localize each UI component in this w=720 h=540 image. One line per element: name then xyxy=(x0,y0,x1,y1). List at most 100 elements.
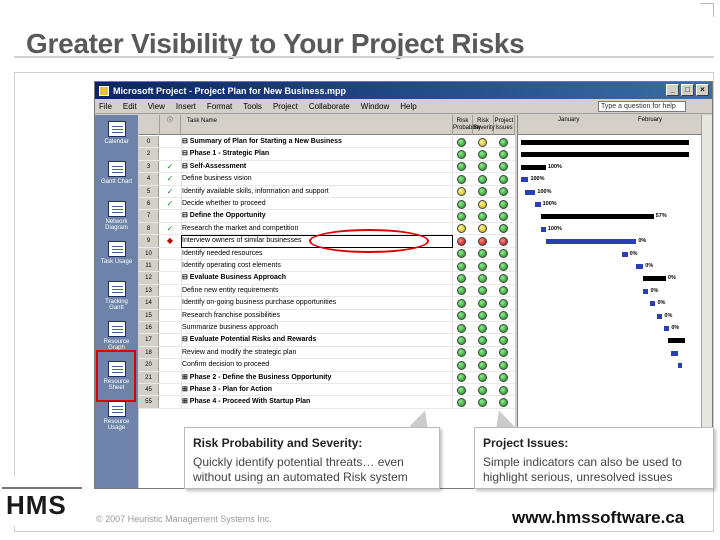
row-id: 12 xyxy=(139,272,159,284)
task-name[interactable]: ⊞ Phase 3 - Plan for Action xyxy=(181,384,453,396)
risk-probability-indicator xyxy=(457,385,466,395)
project-issue-indicator xyxy=(499,348,508,358)
view-task-usage[interactable]: Task Usage xyxy=(97,241,136,265)
task-bar[interactable] xyxy=(540,226,546,232)
maximize-button[interactable]: □ xyxy=(681,84,694,96)
task-name[interactable]: Identify on-going business purchase oppo… xyxy=(181,297,453,309)
table-row[interactable]: 12 ⊟ Evaluate Business Approach xyxy=(139,272,515,285)
summary-bar[interactable] xyxy=(521,164,546,170)
task-name[interactable]: ⊞ Phase 4 - Proceed With Startup Plan xyxy=(181,396,453,408)
header-risk-probability[interactable]: Risk Probability xyxy=(453,115,481,135)
table-row[interactable]: 0 ⊟ Summary of Plan for Starting a New Bu… xyxy=(139,136,515,149)
table-row[interactable]: 55 ⊞ Phase 4 - Proceed With Startup Plan xyxy=(139,396,515,409)
table-row[interactable]: 14 Identify on-going business purchase o… xyxy=(139,297,515,310)
task-bar[interactable] xyxy=(535,202,541,207)
menu-file[interactable]: File xyxy=(99,102,112,111)
task-name[interactable]: ⊟ Evaluate Potential Risks and Rewards xyxy=(181,334,453,346)
view-tracking-gantt[interactable]: Tracking Gantt xyxy=(97,281,136,311)
task-bar[interactable] xyxy=(521,177,529,183)
table-row[interactable]: 13 Define new entity requirements xyxy=(139,284,515,298)
risk-probability-indicator xyxy=(457,211,466,221)
menu-project[interactable]: Project xyxy=(273,102,298,111)
row-id: 13 xyxy=(139,284,159,297)
task-name[interactable]: Decide whether to proceed xyxy=(181,198,453,210)
header-task-name[interactable]: Task Name xyxy=(181,115,453,135)
task-name[interactable]: Summarize business approach xyxy=(181,322,453,334)
task-name[interactable]: ⊟ Define the Opportunity xyxy=(181,210,453,222)
menu-collaborate[interactable]: Collaborate xyxy=(309,102,350,111)
close-button[interactable]: × xyxy=(696,84,709,96)
task-name[interactable]: Confirm decision to proceed xyxy=(181,359,453,371)
project-issue-indicator xyxy=(499,397,508,407)
task-bar[interactable] xyxy=(650,301,656,307)
percent-complete-label: 0% xyxy=(629,250,638,257)
table-row[interactable]: 16 Summarize business approach xyxy=(139,322,515,335)
view-calendar[interactable]: Calendar xyxy=(97,121,136,145)
table-row[interactable]: 3 ✓ ⊟ Self-Assessment xyxy=(139,160,515,174)
task-bar[interactable] xyxy=(636,264,644,269)
risk-severity-indicator xyxy=(478,385,487,395)
menu-help[interactable]: Help xyxy=(400,102,416,111)
menu-tools[interactable]: Tools xyxy=(243,102,262,111)
website-url[interactable]: www.hmssoftware.ca xyxy=(512,508,684,528)
menu-format[interactable]: Format xyxy=(207,102,232,111)
summary-bar[interactable] xyxy=(643,276,666,282)
view-resource-graph[interactable]: Resource Graph xyxy=(97,321,136,351)
task-name[interactable]: Review and modify the strategic plan xyxy=(181,346,453,359)
header-risk-severity[interactable]: Risk Severity xyxy=(473,115,495,135)
menu-edit[interactable]: Edit xyxy=(123,102,137,111)
callout-risk-title: Risk Probability and Severity: xyxy=(193,436,363,450)
table-row[interactable]: 4 ✓ Define business vision xyxy=(139,173,515,186)
task-name[interactable]: Define new entity requirements xyxy=(181,284,453,297)
task-name[interactable]: ⊟ Phase 1 - Strategic Plan xyxy=(181,148,453,160)
task-name[interactable]: ⊞ Phase 2 - Define the Business Opportun… xyxy=(181,371,453,383)
table-row[interactable]: 2 ⊟ Phase 1 - Strategic Plan xyxy=(139,148,515,161)
task-bar[interactable] xyxy=(524,189,536,195)
summary-bar[interactable] xyxy=(667,338,686,344)
task-name[interactable]: Identify operating cost elements xyxy=(181,260,453,272)
table-row[interactable]: 5 ✓ Identify available skills, informatio… xyxy=(139,185,515,198)
task-bar[interactable] xyxy=(545,239,637,245)
view-resource-sheet[interactable]: Resource Sheet xyxy=(97,361,136,391)
table-row[interactable]: 45 ⊞ Phase 3 - Plan for Action xyxy=(139,384,515,397)
table-row[interactable]: 21 ⊞ Phase 2 - Define the Business Oppor… xyxy=(139,371,515,384)
view-label: Network Diagram xyxy=(105,219,128,231)
menu-window[interactable]: Window xyxy=(361,102,389,111)
table-row[interactable]: 11 Identify operating cost elements xyxy=(139,260,515,273)
task-bar[interactable] xyxy=(657,313,663,319)
table-row[interactable]: 6 ✓ Decide whether to proceed xyxy=(139,198,515,211)
table-row[interactable]: 7 ⊟ Define the Opportunity xyxy=(139,210,515,223)
table-row[interactable]: 15 Research franchise possibilities xyxy=(139,309,515,322)
task-name[interactable]: Define business vision xyxy=(181,173,453,185)
task-name[interactable]: Identify available skills, information a… xyxy=(181,185,453,197)
callout-risk-text: Quickly identify potential threats… even… xyxy=(193,455,408,484)
menu-insert[interactable]: Insert xyxy=(176,102,196,111)
risk-severity-indicator xyxy=(478,162,487,172)
window-titlebar[interactable]: Microsoft Project - Project Plan for New… xyxy=(95,82,712,99)
task-name[interactable]: ⊟ Summary of Plan for Starting a New Bus… xyxy=(181,136,453,148)
task-bar[interactable] xyxy=(678,363,682,369)
view-resource-usage[interactable]: Resource Usage xyxy=(97,401,136,431)
percent-complete-label: 0% xyxy=(657,300,666,307)
project-issue-indicator xyxy=(499,311,508,321)
table-row[interactable]: 20 Confirm decision to proceed xyxy=(139,359,515,372)
table-row[interactable]: 18 Review and modify the strategic plan xyxy=(139,346,515,360)
summary-bar[interactable] xyxy=(521,140,689,145)
task-bar[interactable] xyxy=(643,288,649,294)
row-id: 18 xyxy=(139,346,159,359)
task-name[interactable]: ⊟ Self-Assessment xyxy=(181,160,453,173)
summary-bar[interactable] xyxy=(521,152,689,158)
menu-view[interactable]: View xyxy=(148,102,165,111)
task-name[interactable]: ⊟ Evaluate Business Approach xyxy=(181,272,453,284)
task-name[interactable]: Research franchise possibilities xyxy=(181,309,453,321)
view-gantt-chart[interactable]: Gantt Chart xyxy=(97,161,136,185)
view-network-diagram[interactable]: Network Diagram xyxy=(97,201,136,231)
minimize-button[interactable]: _ xyxy=(666,84,679,96)
task-bar[interactable] xyxy=(671,350,679,356)
table-row[interactable]: 17 ⊟ Evaluate Potential Risks and Reward… xyxy=(139,334,515,347)
task-bar[interactable] xyxy=(664,326,670,331)
summary-bar[interactable] xyxy=(540,214,654,220)
task-bar[interactable] xyxy=(622,251,628,257)
header-project-issues[interactable]: Project Issues xyxy=(494,115,515,135)
help-search-box[interactable]: Type a question for help xyxy=(598,101,686,112)
